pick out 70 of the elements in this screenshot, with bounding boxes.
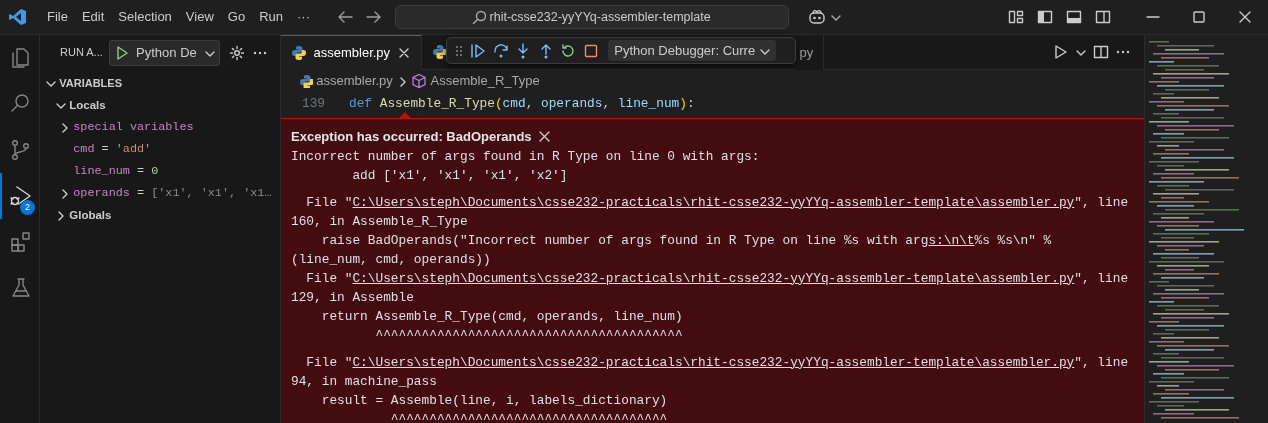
stack-trace-line: File "C:\Users\steph\Documents\csse232-practicals\rhit-csse232-yyYYq-assembler-template\assembler.py", line [305, 269, 1130, 288]
menu-item[interactable]: Edit [74, 7, 112, 27]
step-over-icon[interactable] [492, 42, 509, 59]
count-badge: 2 [20, 200, 35, 215]
stack-trace-line: File "C:\Users\steph\Documents\csse232-practicals\rhit-csse232-yyYYq-assembler-template\assembler.py", line [305, 353, 1130, 372]
maximize-icon[interactable] [1191, 9, 1207, 25]
exception-message: Incorrect number of args found in R Type on line 0 with args: [291, 147, 761, 166]
bottom-panel-icon[interactable] [1065, 9, 1082, 25]
gear-icon[interactable] [228, 44, 245, 61]
menu-item[interactable]: Selection [111, 7, 179, 27]
file-link[interactable]: C:\Users\steph\Documents\csse232-practicals\rhit-csse232-yyYYq-assembler-template\assembler.py [352, 354, 1075, 370]
stack-trace-line: 94, in machine_pass [291, 372, 438, 391]
start-debugging-dropdown[interactable]: Python De [109, 39, 220, 66]
variable-item[interactable]: cmd = 'add' [73, 138, 152, 160]
menu-item[interactable]: Go [220, 7, 253, 27]
back-arrow-icon[interactable] [336, 9, 353, 25]
breadcrumb-item[interactable]: assembler.py [316, 71, 393, 91]
stack-trace-line: result = Assemble(line, i, labels_dictionary) [320, 391, 669, 410]
cube-icon [411, 73, 428, 89]
stop-icon[interactable] [582, 42, 599, 59]
breadcrumb-item[interactable]: Assemble_R_Type [430, 71, 540, 91]
search-icon [472, 10, 487, 24]
stack-trace-line: ^^^^^^^^^^^^^^^^^^^^^^^^^^^^^^^^^^^^^^^^ [374, 326, 684, 345]
scope-label[interactable]: Locals [69, 94, 106, 116]
stack-trace-line: (line_num, cmd, operands)) [291, 250, 492, 269]
scope-label[interactable]: Globals [69, 204, 112, 226]
menu-item[interactable]: File [40, 7, 75, 27]
stack-trace-line: return Assemble_R_Type(cmd, operands, line_num) [320, 307, 684, 326]
line-number: 139 [300, 95, 326, 114]
drag-handle-icon[interactable] [453, 43, 464, 58]
stack-trace-line: raise BadOperands("Incorrect number of args found in R Type on line %s with args:\n\t%s %s\n" % [320, 231, 1053, 250]
variable-item[interactable]: special variables [73, 116, 194, 138]
menu-item[interactable]: Run [252, 7, 290, 27]
exception-message: add ['x1', 'x1', 'x1', 'x2'] [351, 166, 569, 185]
run-debug-icon[interactable] [9, 184, 33, 208]
right-panel-icon[interactable] [1094, 9, 1111, 25]
close-icon[interactable] [538, 130, 552, 144]
file-link[interactable]: C:\Users\steph\Documents\csse232-practicals\rhit-csse232-yyYYq-assembler-template\assembler.py [352, 194, 1075, 210]
forward-arrow-icon[interactable] [365, 9, 382, 25]
file-link[interactable]: s:\n\t [928, 232, 975, 248]
python-file-icon [291, 45, 307, 61]
left-panel-icon[interactable] [1036, 9, 1053, 25]
blocks-icon[interactable] [9, 230, 33, 254]
panel-title: RUN A... [60, 45, 103, 61]
continue-icon[interactable] [470, 42, 486, 59]
app-logo-icon [8, 8, 28, 26]
section-header[interactable]: VARIABLES [59, 72, 122, 94]
robot-face-icon[interactable] [808, 8, 826, 26]
code-line: def Assemble_R_Type(cmd, operands, line_num): [349, 95, 695, 114]
menu-item[interactable]: ··· [290, 7, 317, 27]
exception-title: Exception has occurred: BadOperands [291, 128, 532, 146]
variable-item[interactable]: operands = ['x1', 'x1', 'x1… [73, 182, 272, 204]
command-search-field[interactable]: rhit-csse232-yyYYq-assembler-template [394, 5, 789, 29]
editor-tab[interactable]: assembler.py [281, 35, 422, 70]
stack-trace-line: File "C:\Users\steph\Documents\csse232-practicals\rhit-csse232-yyYYq-assembler-template\assembler.py", line [305, 193, 1130, 212]
debug-config-dropdown[interactable]: Python Debugger: Curre [608, 40, 777, 61]
flask-icon[interactable] [9, 276, 33, 300]
restart-icon[interactable] [560, 42, 576, 59]
menu-item[interactable]: View [178, 7, 221, 27]
split-editor-icon[interactable] [1092, 44, 1109, 60]
python-file-icon [431, 44, 448, 60]
stack-trace-line: ^^^^^^^^^^^^^^^^^^^^^^^^^^^^^^^^^^^^ [389, 410, 669, 423]
stack-trace-line: 160, in Assemble_R_Type [291, 212, 469, 231]
file-link[interactable]: C:\Users\steph\Documents\csse232-practicals\rhit-csse232-yyYYq-assembler-template\assembler.py [352, 270, 1075, 286]
python-file-icon [299, 74, 313, 88]
stack-trace-line: 129, in Assemble [291, 288, 415, 307]
close-icon[interactable] [1237, 9, 1253, 25]
layout-icon[interactable] [1007, 9, 1024, 25]
variable-item[interactable]: line_num = 0 [73, 160, 159, 182]
editor-tab[interactable]: py [793, 35, 825, 70]
